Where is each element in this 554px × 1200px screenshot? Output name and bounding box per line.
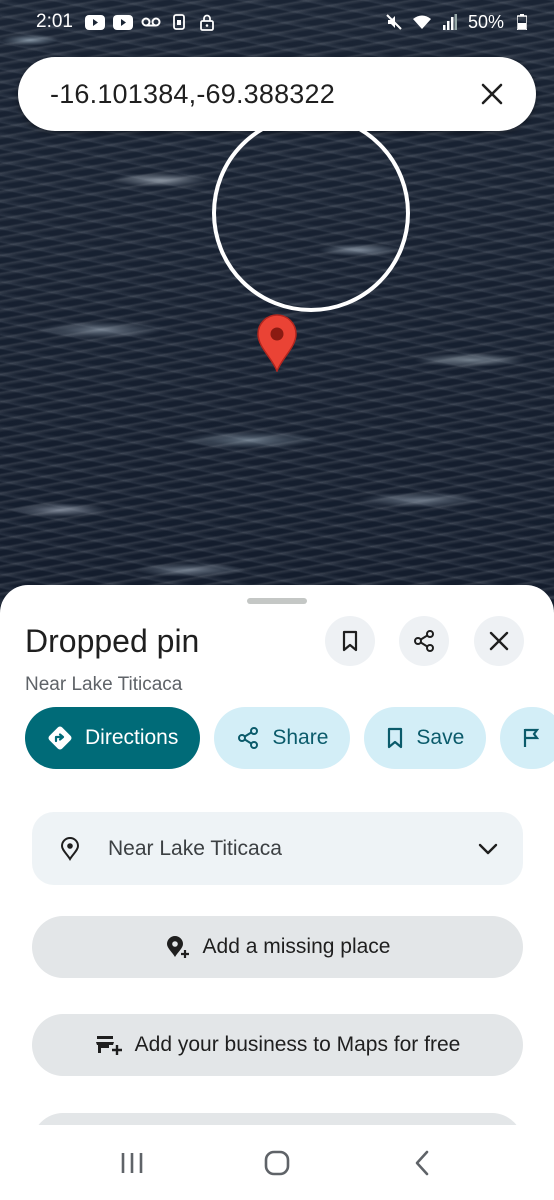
directions-label: Directions (85, 726, 179, 749)
recent-apps-button[interactable] (102, 1133, 162, 1193)
add-missing-place-label: Add a missing place (202, 935, 391, 958)
more-action-chip[interactable] (500, 707, 554, 769)
directions-icon (48, 726, 72, 750)
address-text: Near Lake Titicaca (108, 836, 282, 860)
recent-apps-icon (122, 1152, 143, 1173)
satellite-map[interactable]: 2:01 50% -16.101384,-69.388322 (0, 0, 554, 640)
home-button[interactable] (247, 1133, 307, 1193)
place-title: Dropped pin (25, 623, 200, 659)
more-button[interactable] (32, 1113, 523, 1125)
close-icon[interactable] (472, 74, 512, 114)
bookmark-icon (342, 630, 358, 652)
signal-icon (440, 14, 460, 30)
back-button[interactable] (392, 1133, 452, 1193)
flag-icon (524, 728, 540, 747)
mute-icon (384, 14, 404, 30)
bookmark-icon (388, 727, 403, 749)
wifi-icon (412, 14, 432, 30)
search-input[interactable]: -16.101384,-69.388322 (50, 79, 472, 110)
add-business-label: Add your business to Maps for free (134, 1033, 461, 1056)
drag-handle[interactable] (247, 598, 307, 604)
add-missing-place-button[interactable]: Add a missing place (32, 916, 523, 978)
status-bar: 2:01 50% (0, 0, 554, 44)
chevron-down-icon[interactable] (477, 842, 499, 856)
battery-icon (512, 14, 532, 30)
share-label: Share (272, 726, 329, 749)
map-pin-icon[interactable] (256, 314, 298, 372)
address-row[interactable]: Near Lake Titicaca (32, 812, 523, 885)
share-icon (414, 630, 434, 652)
save-button[interactable]: Save (364, 707, 487, 769)
directions-button[interactable]: Directions (25, 707, 201, 769)
voicemail-icon (141, 14, 161, 30)
place-sheet: Dropped pin Near Lake Titicaca Direction… (0, 585, 554, 1125)
lock-icon (197, 14, 217, 31)
back-icon (415, 1150, 428, 1175)
system-nav-bar (0, 1125, 554, 1200)
home-icon (264, 1150, 290, 1175)
sim-icon (169, 14, 189, 30)
add-location-icon (166, 936, 189, 958)
save-label: Save (416, 726, 465, 749)
share-icon (238, 727, 259, 749)
youtube-icon (112, 14, 133, 30)
focus-circle (212, 114, 410, 312)
share-button[interactable]: Share (214, 707, 351, 769)
battery-percent: 50% (467, 11, 504, 32)
add-business-icon (95, 1036, 122, 1055)
close-icon (489, 631, 509, 651)
close-sheet-button[interactable] (474, 616, 524, 666)
add-business-button[interactable]: Add your business to Maps for free (32, 1014, 523, 1076)
share-icon-button[interactable] (399, 616, 449, 666)
place-subtitle: Near Lake Titicaca (25, 674, 183, 695)
action-chips: Directions Share Save (25, 707, 554, 769)
status-time: 2:01 (36, 11, 73, 32)
youtube-icon (84, 14, 105, 30)
save-icon-button[interactable] (325, 616, 375, 666)
location-pin-icon (60, 836, 80, 861)
